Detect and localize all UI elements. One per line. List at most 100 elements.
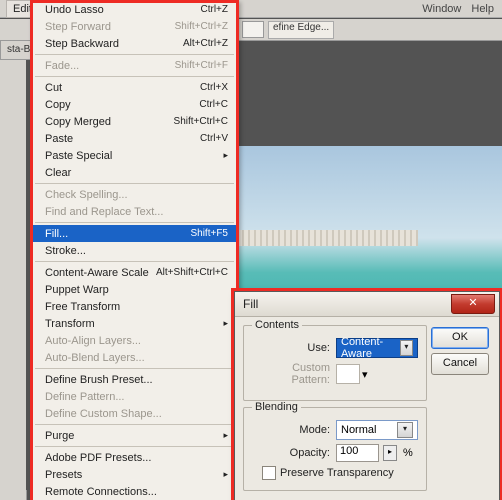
menu-item-label: Auto-Blend Layers...	[45, 352, 145, 364]
menu-window[interactable]: Window	[422, 3, 461, 15]
menu-separator	[35, 183, 234, 184]
menu-item-label: Transform	[45, 318, 95, 330]
menu-item: Check Spelling...	[31, 186, 238, 203]
menu-item[interactable]: Puppet Warp	[31, 281, 238, 298]
menu-item: Define Pattern...	[31, 388, 238, 405]
contents-group: Contents Use: Content-Aware ▾ Custom Pat…	[243, 325, 427, 401]
menu-separator	[35, 368, 234, 369]
menu-item-shortcut: Alt+Ctrl+Z	[183, 38, 228, 49]
menu-item[interactable]: Undo Lasso Ctrl+Z	[31, 1, 238, 18]
menu-item[interactable]: Adobe PDF Presets...	[31, 449, 238, 466]
dialog-title: Fill	[243, 297, 258, 311]
menu-item-label: Undo Lasso	[45, 4, 104, 16]
menu-separator	[35, 54, 234, 55]
menu-item-shortcut: Shift+Ctrl+C	[174, 116, 228, 127]
menu-item-label: Copy Merged	[45, 116, 111, 128]
menu-item[interactable]: Define Brush Preset...	[31, 371, 238, 388]
use-select[interactable]: Content-Aware ▾	[336, 338, 418, 358]
menu-item-label: Free Transform	[45, 301, 120, 313]
menu-separator	[35, 424, 234, 425]
pattern-swatch	[336, 364, 360, 384]
menu-item-shortcut: Shift+Ctrl+F	[175, 60, 228, 71]
cancel-button[interactable]: Cancel	[431, 353, 489, 375]
menu-item-label: Paste	[45, 133, 73, 145]
edit-menu-dropdown: Undo Lasso Ctrl+Z Step Forward Shift+Ctrl+Z…	[30, 0, 239, 500]
menu-item-label: Define Custom Shape...	[45, 408, 162, 420]
menu-separator	[35, 222, 234, 223]
menu-item-label: Adobe PDF Presets...	[45, 452, 151, 464]
custom-pattern-label: Custom Pattern:	[252, 362, 330, 386]
menu-item-label: Find and Replace Text...	[45, 206, 163, 218]
menu-item-shortcut: Shift+F5	[190, 228, 228, 239]
preserve-transparency-label: Preserve Transparency	[280, 467, 394, 479]
close-icon[interactable]: ✕	[451, 294, 495, 314]
opacity-input[interactable]: 100	[336, 444, 379, 462]
menu-item[interactable]: Presets	[31, 466, 238, 483]
ok-button[interactable]: OK	[431, 327, 489, 349]
menu-item-label: Define Brush Preset...	[45, 374, 153, 386]
menu-item[interactable]: Purge	[31, 427, 238, 444]
menu-item[interactable]: Content-Aware ScaleAlt+Shift+Ctrl+C	[31, 264, 238, 281]
menu-item[interactable]: Step Backward Alt+Ctrl+Z	[31, 35, 238, 52]
menu-item[interactable]: Copy Ctrl+C	[31, 96, 238, 113]
menu-item-label: Define Pattern...	[45, 391, 125, 403]
fill-dialog: Fill ✕ OK Cancel Contents Use: Content-A…	[234, 291, 500, 500]
menu-item[interactable]: Stroke...	[31, 242, 238, 259]
menu-item-label: Clear	[45, 167, 71, 179]
refine-edge-button[interactable]: efine Edge...	[268, 21, 334, 39]
use-value: Content-Aware	[341, 336, 400, 360]
menu-item-label: Purge	[45, 430, 74, 442]
menu-item[interactable]: Transform	[31, 315, 238, 332]
menu-item-label: Fill...	[45, 228, 68, 240]
menu-item-label: Paste Special	[45, 150, 112, 162]
mode-label: Mode:	[252, 424, 330, 436]
menu-item[interactable]: Remote Connections...	[31, 483, 238, 500]
chevron-down-icon: ▾	[362, 368, 368, 381]
menu-item-label: Step Backward	[45, 38, 119, 50]
menu-item: Auto-Blend Layers...	[31, 349, 238, 366]
menu-item-shortcut: Ctrl+Z	[201, 4, 229, 15]
tool-palette[interactable]	[0, 41, 27, 500]
blending-group: Blending Mode: Normal ▾ Opacity: 100 ▸ %…	[243, 407, 427, 491]
mode-value: Normal	[341, 424, 376, 436]
menu-item[interactable]: Cut Ctrl+X	[31, 79, 238, 96]
menu-item[interactable]: Free Transform	[31, 298, 238, 315]
menu-separator	[35, 261, 234, 262]
image-content	[238, 230, 418, 246]
menu-item-shortcut: Ctrl+C	[199, 99, 228, 110]
menu-item-label: Remote Connections...	[45, 486, 157, 498]
menu-item[interactable]: Copy Merged Shift+Ctrl+C	[31, 113, 238, 130]
menu-item-shortcut: Ctrl+V	[200, 133, 228, 144]
menu-separator	[35, 76, 234, 77]
menu-item: Fade... Shift+Ctrl+F	[31, 57, 238, 74]
menu-item-shortcut: Alt+Shift+Ctrl+C	[156, 267, 228, 278]
preserve-transparency-checkbox[interactable]: Preserve Transparency	[262, 466, 418, 480]
menu-item-shortcut: Shift+Ctrl+Z	[175, 21, 228, 32]
menu-item[interactable]: Fill... Shift+F5	[31, 225, 238, 242]
menu-item-label: Presets	[45, 469, 82, 481]
opacity-percent: %	[403, 447, 413, 459]
menu-item: Find and Replace Text...	[31, 203, 238, 220]
use-label: Use:	[252, 342, 330, 354]
mode-select[interactable]: Normal ▾	[336, 420, 418, 440]
chevron-down-icon: ▾	[400, 340, 413, 356]
menu-item-label: Check Spelling...	[45, 189, 128, 201]
menu-item-label: Fade...	[45, 60, 79, 72]
menu-item-label: Cut	[45, 82, 62, 94]
opacity-label: Opacity:	[252, 447, 330, 459]
menu-item: Define Custom Shape...	[31, 405, 238, 422]
menu-item: Step Forward Shift+Ctrl+Z	[31, 18, 238, 35]
menu-item[interactable]: Clear	[31, 164, 238, 181]
menu-help[interactable]: Help	[471, 3, 494, 15]
menu-item[interactable]: Paste Special	[31, 147, 238, 164]
contents-legend: Contents	[252, 319, 302, 331]
menu-item-label: Stroke...	[45, 245, 86, 257]
menu-item-label: Step Forward	[45, 21, 111, 33]
dialog-titlebar[interactable]: Fill ✕	[235, 292, 499, 317]
menu-item[interactable]: Paste Ctrl+V	[31, 130, 238, 147]
options-swatch[interactable]	[242, 21, 264, 38]
chevron-down-icon[interactable]: ▸	[383, 445, 397, 461]
menu-item-shortcut: Ctrl+X	[200, 82, 228, 93]
menu-item-label: Puppet Warp	[45, 284, 109, 296]
menu-item-label: Copy	[45, 99, 71, 111]
